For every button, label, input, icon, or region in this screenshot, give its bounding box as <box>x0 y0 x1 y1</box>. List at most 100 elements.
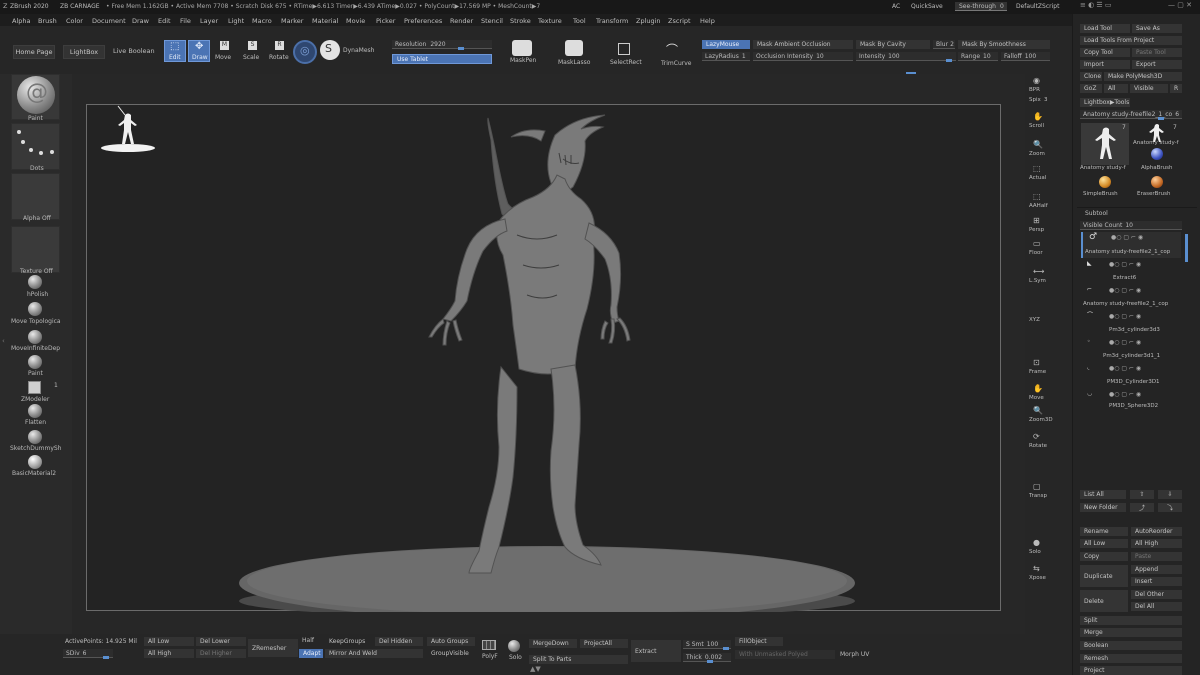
del-all-button[interactable]: Del All <box>1131 602 1182 611</box>
material-label[interactable]: BasicMaterial2 <box>12 470 56 477</box>
menu-item-macro[interactable]: Macro <box>252 17 272 25</box>
all-button[interactable]: All <box>1104 84 1128 93</box>
quicksave-button[interactable]: QuickSave <box>911 4 943 10</box>
del-hidden-button[interactable]: Del Hidden <box>375 637 423 646</box>
rshelf-label-transp[interactable]: Transp <box>1029 493 1047 500</box>
subtool-toggle-icon[interactable]: ●○ ▢ ⌐ ◉ <box>1109 262 1141 268</box>
rshelf-label-frame[interactable]: Frame <box>1029 369 1046 376</box>
split-menu[interactable]: Split <box>1080 616 1182 625</box>
rotate-icon[interactable]: ⟳ <box>1033 433 1040 441</box>
rshelf-label-zoom3d[interactable]: Zoom3D <box>1029 417 1053 424</box>
mask-ambient-occlusion-button[interactable]: Mask Ambient Occlusion <box>753 40 853 49</box>
rshelf-label-xpose[interactable]: Xpose <box>1029 575 1046 582</box>
import-button[interactable]: Import <box>1080 60 1130 69</box>
paste-button[interactable]: Paste <box>1131 552 1182 561</box>
duplicate-button[interactable]: Duplicate <box>1080 565 1128 587</box>
thick-slider[interactable]: Thick 0.002 <box>683 653 731 663</box>
fillobject-button[interactable]: FillObject <box>735 637 783 646</box>
lightbox-tools-button[interactable]: Lightbox▶Tools <box>1080 98 1130 107</box>
gyro-button[interactable]: ◎ <box>293 40 317 64</box>
rshelf-label-persp[interactable]: Persp <box>1029 227 1044 234</box>
home-page-button[interactable]: Home Page <box>13 45 55 59</box>
flatten-brush-icon[interactable] <box>28 404 42 418</box>
subtool-item[interactable]: ◣ ●○ ▢ ⌐ ◉ Extract6 <box>1081 260 1181 284</box>
texture-slot[interactable] <box>11 226 60 273</box>
with-unmasked-button[interactable]: With Unmasked Polyed <box>735 650 835 659</box>
menu-item-color[interactable]: Color <box>66 17 83 25</box>
zoom3d-icon[interactable]: 🔍 <box>1033 407 1043 415</box>
trimcurve-label[interactable]: TrimCurve <box>661 61 691 67</box>
occlusion-intensity-slider[interactable]: Occlusion Intensity 10 <box>753 52 853 61</box>
r-button[interactable]: R <box>1170 84 1182 93</box>
export-button[interactable]: Export <box>1132 60 1182 69</box>
xpose-icon[interactable]: ⇆ <box>1033 565 1040 573</box>
rshelf-label-xyz[interactable]: XYZ <box>1029 317 1040 324</box>
menu-item-tool[interactable]: Tool <box>573 17 586 25</box>
trimcurve-icon[interactable]: ⌒ <box>666 44 678 56</box>
brush-item-label[interactable]: Move Topologica <box>11 318 61 325</box>
use-tablet-button[interactable]: Use Tablet <box>392 54 492 64</box>
zoom-icon[interactable]: 🔍 <box>1033 141 1043 149</box>
subtool-item[interactable]: ◡ ●○ ▢ ⌐ ◉ PM3D_Sphere3D2 <box>1081 390 1181 412</box>
menu-item-stroke[interactable]: Stroke <box>510 17 531 25</box>
append-button[interactable]: Append <box>1131 565 1182 574</box>
zscript-label[interactable]: DefaultZScript <box>1016 4 1059 10</box>
subtool-toggle-icon[interactable]: ●○ ▢ ⌐ ◉ <box>1109 288 1141 294</box>
collapse-bottom-icon[interactable]: ▲▼ <box>530 666 541 673</box>
floor-icon[interactable]: ▭ <box>1033 240 1041 248</box>
alphabrush-icon[interactable] <box>1151 148 1163 160</box>
rshelf-label-lsym[interactable]: L.Sym <box>1029 278 1046 285</box>
subtool-toggle-icon[interactable]: ●○ ▢ ⌐ ◉ <box>1109 340 1141 346</box>
maskpen-icon[interactable] <box>512 40 532 56</box>
menu-item-alpha[interactable]: Alpha <box>12 17 30 25</box>
blur-slider[interactable]: Blur 2 <box>933 40 955 49</box>
menu-item-help[interactable]: Help <box>700 17 715 25</box>
polyframe-icon[interactable] <box>482 640 496 650</box>
arrow-down-icon[interactable]: ⇩ <box>1158 490 1182 499</box>
menu-item-stencil[interactable]: Stencil <box>481 17 503 25</box>
zremesher-button[interactable]: ZRemesher <box>248 639 298 657</box>
del-other-button[interactable]: Del Other <box>1131 590 1182 599</box>
projectall-button[interactable]: ProjectAll <box>580 639 628 648</box>
rshelf-label-aahalf[interactable]: AAHalf <box>1029 203 1048 210</box>
rshelf-label-bpr[interactable]: BPR <box>1029 87 1040 94</box>
all-high-button[interactable]: All High <box>1131 539 1182 548</box>
move-infinite-depth-brush-icon[interactable] <box>28 330 42 344</box>
sdiv-knob[interactable] <box>103 656 109 659</box>
rotate-button[interactable]: R Rotate <box>268 40 290 62</box>
remesh-menu[interactable]: Remesh <box>1080 654 1182 663</box>
mask-by-cavity-button[interactable]: Mask By Cavity <box>856 40 930 49</box>
rshelf-label-floor[interactable]: Floor <box>1029 250 1043 257</box>
scroll-icon[interactable]: ✋ <box>1033 113 1043 121</box>
polyf-label[interactable]: PolyF <box>482 654 498 660</box>
rename-button[interactable]: Rename <box>1080 527 1128 536</box>
menu-item-brush[interactable]: Brush <box>38 17 57 25</box>
sketch-dummy-icon[interactable] <box>28 430 42 444</box>
rshelf-label-actual[interactable]: Actual <box>1029 175 1046 182</box>
brush-item-label[interactable]: Flatten <box>25 419 46 426</box>
all-high-bottom-button[interactable]: All High <box>144 649 194 658</box>
sdiv-slider[interactable]: SDiv 6 <box>63 649 113 659</box>
rshelf-label-spix[interactable]: Spix <box>1029 97 1041 104</box>
brush-slot[interactable]: @ <box>11 74 60 120</box>
subtool-toggle-icon[interactable]: ●○ ▢ ⌐ ◉ <box>1109 392 1141 398</box>
window-controls-icon[interactable]: ≡ ◐ ☰ ▭ <box>1080 2 1112 9</box>
subtool-item[interactable]: ⌒ ●○ ▢ ⌐ ◉ Pm3d_cylinder3d3 <box>1081 312 1181 336</box>
brush-item-label[interactable]: ZModeler <box>21 396 49 403</box>
mirror-and-weld-button[interactable]: Mirror And Weld <box>325 649 423 658</box>
simplebrush-icon[interactable] <box>1099 176 1111 188</box>
load-tool-button[interactable]: Load Tool <box>1080 24 1130 33</box>
make-polymesh3d-button[interactable]: Make PolyMesh3D <box>1104 72 1182 81</box>
copy-tool-button[interactable]: Copy Tool <box>1080 48 1130 57</box>
move-down-icon[interactable]: ⤵ <box>1158 503 1182 512</box>
subtool-toggle-icon[interactable]: ●○ ▢ ⌐ ◉ <box>1111 235 1143 241</box>
merge-menu[interactable]: Merge <box>1080 628 1182 637</box>
visible-button[interactable]: Visible <box>1130 84 1168 93</box>
document-viewport[interactable] <box>86 104 1001 620</box>
subtool-item[interactable]: ⌐ ●○ ▢ ⌐ ◉ Anatomy study-freefile2_1_cop <box>1081 286 1181 310</box>
menu-item-zscript[interactable]: Zscript <box>668 17 691 25</box>
dynamesh-label[interactable]: DynaMesh <box>343 48 374 54</box>
ac-label[interactable]: AC <box>892 4 900 10</box>
subtool-item[interactable]: ◟ ●○ ▢ ⌐ ◉ PM3D_Cylinder3D1 <box>1081 364 1181 388</box>
mergedown-button[interactable]: MergeDown <box>529 639 577 648</box>
